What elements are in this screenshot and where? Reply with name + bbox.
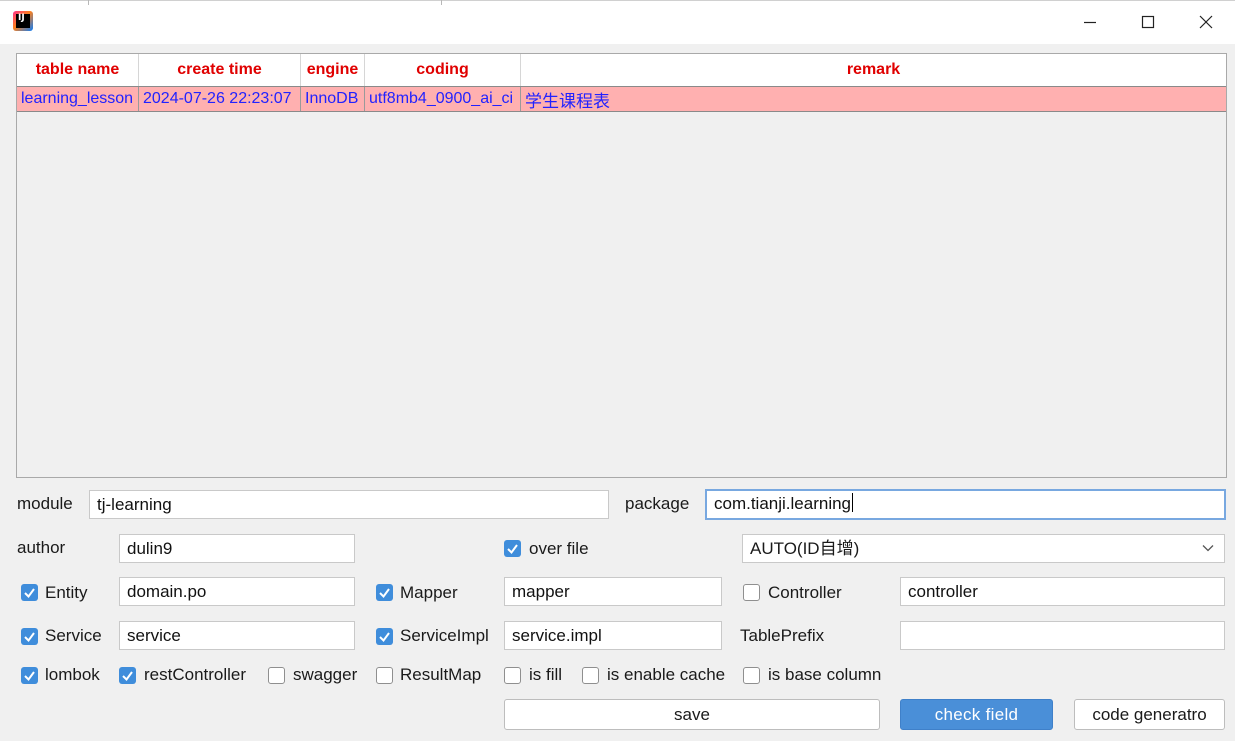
checkmark-icon xyxy=(24,588,35,599)
service-impl-package-input[interactable]: service.impl xyxy=(504,621,722,650)
title-bar: IJ xyxy=(0,0,1235,44)
cell-coding: utf8mb4_0900_ai_ci xyxy=(365,87,521,111)
rest-controller-checkbox[interactable] xyxy=(119,667,136,684)
minimize-icon xyxy=(1084,21,1096,24)
module-input[interactable]: tj-learning xyxy=(89,490,609,519)
checkmark-icon xyxy=(379,588,390,599)
controller-package-input[interactable]: controller xyxy=(900,577,1225,606)
result-map-checkbox[interactable] xyxy=(376,667,393,684)
checkmark-icon xyxy=(24,632,35,643)
checkmark-icon xyxy=(507,544,518,555)
column-header-remark[interactable]: remark xyxy=(521,54,1226,86)
mapper-checkbox[interactable] xyxy=(376,584,393,601)
author-label: author xyxy=(17,538,66,557)
intellij-idea-logo-icon: IJ xyxy=(13,11,33,31)
checkmark-icon xyxy=(379,632,390,643)
close-icon xyxy=(1199,15,1213,29)
service-impl-checkbox[interactable] xyxy=(376,628,393,645)
cell-engine: InnoDB xyxy=(301,87,365,111)
cell-table-name: learning_lesson xyxy=(17,87,139,111)
is-fill-checkbox[interactable] xyxy=(504,667,521,684)
is-base-column-label: is base column xyxy=(768,665,882,684)
service-checkbox[interactable] xyxy=(21,628,38,645)
package-input[interactable]: com.tianji.learning xyxy=(705,489,1226,520)
package-label: package xyxy=(625,494,690,513)
minimize-button[interactable] xyxy=(1061,0,1119,44)
checkmark-icon xyxy=(24,671,35,682)
service-label: Service xyxy=(45,626,102,645)
maximize-button[interactable] xyxy=(1119,0,1177,44)
code-generator-button[interactable]: code generatro xyxy=(1074,699,1225,730)
mapper-package-input[interactable]: mapper xyxy=(504,577,722,606)
entity-checkbox[interactable] xyxy=(21,584,38,601)
id-type-select[interactable]: AUTO(ID自增) xyxy=(742,534,1225,563)
result-map-label: ResultMap xyxy=(400,665,482,684)
controller-checkbox[interactable] xyxy=(743,584,760,601)
table-row[interactable]: learning_lesson 2024-07-26 22:23:07 Inno… xyxy=(17,86,1226,112)
column-header-coding[interactable]: coding xyxy=(365,54,521,86)
save-button[interactable]: save xyxy=(504,699,880,730)
is-fill-label: is fill xyxy=(529,665,563,684)
service-impl-label: ServiceImpl xyxy=(400,626,489,645)
entity-package-input[interactable]: domain.po xyxy=(119,577,355,606)
swagger-label: swagger xyxy=(293,665,358,684)
controller-label: Controller xyxy=(768,583,842,602)
lombok-checkbox[interactable] xyxy=(21,667,38,684)
column-header-engine[interactable]: engine xyxy=(301,54,365,86)
package-input-value: com.tianji.learning xyxy=(714,494,852,513)
mapper-label: Mapper xyxy=(400,583,458,602)
table-prefix-label: TablePrefix xyxy=(740,626,825,645)
check-field-button[interactable]: check field xyxy=(900,699,1053,730)
module-label: module xyxy=(17,494,73,513)
checkmark-icon xyxy=(122,671,133,682)
close-button[interactable] xyxy=(1177,0,1235,44)
lombok-label: lombok xyxy=(45,665,100,684)
cell-remark: 学生课程表 xyxy=(525,91,610,112)
entity-label: Entity xyxy=(45,583,88,602)
over-file-checkbox[interactable] xyxy=(504,540,521,557)
is-enable-cache-checkbox[interactable] xyxy=(582,667,599,684)
service-package-input[interactable]: service xyxy=(119,621,355,650)
is-base-column-checkbox[interactable] xyxy=(743,667,760,684)
swagger-checkbox[interactable] xyxy=(268,667,285,684)
is-enable-cache-label: is enable cache xyxy=(607,665,726,684)
rest-controller-label: restController xyxy=(144,665,247,684)
column-header-create-time[interactable]: create time xyxy=(139,54,301,86)
table-prefix-input[interactable] xyxy=(900,621,1225,650)
author-input[interactable]: dulin9 xyxy=(119,534,355,563)
over-file-label: over file xyxy=(529,539,589,558)
table-header: table name create time engine coding rem… xyxy=(17,54,1226,86)
column-header-table-name[interactable]: table name xyxy=(17,54,139,86)
chevron-down-icon xyxy=(1202,545,1214,552)
maximize-icon xyxy=(1141,15,1155,29)
table-list[interactable]: table name create time engine coding rem… xyxy=(16,53,1227,478)
id-type-value: AUTO(ID自增) xyxy=(750,539,860,558)
cell-create-time: 2024-07-26 22:23:07 xyxy=(139,87,301,111)
